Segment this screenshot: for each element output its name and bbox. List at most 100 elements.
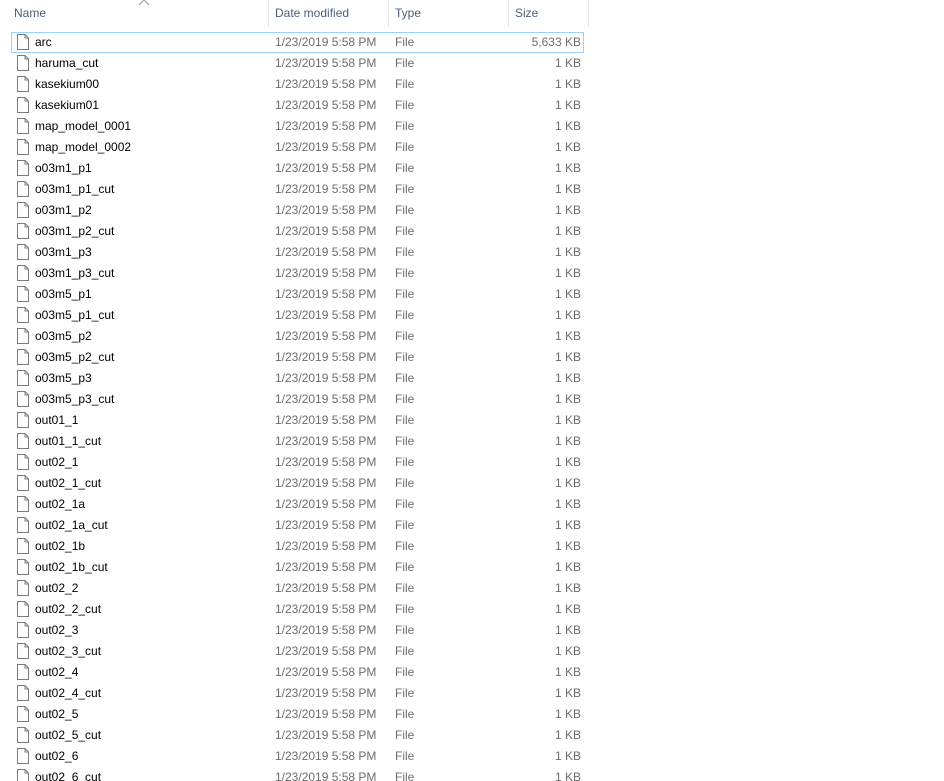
- file-row[interactable]: out02_6_cut 1/23/2019 5:58 PM File 1 KB: [0, 767, 600, 781]
- file-row[interactable]: out01_1 1/23/2019 5:58 PM File 1 KB: [0, 410, 600, 431]
- file-row[interactable]: out02_3_cut 1/23/2019 5:58 PM File 1 KB: [0, 641, 600, 662]
- file-size: 1 KB: [554, 665, 581, 679]
- file-size: 1 KB: [554, 455, 581, 469]
- file-row[interactable]: o03m5_p3_cut 1/23/2019 5:58 PM File 1 KB: [0, 389, 600, 410]
- file-row[interactable]: o03m1_p2 1/23/2019 5:58 PM File 1 KB: [0, 200, 600, 221]
- file-name: out02_1a_cut: [35, 518, 108, 532]
- file-row[interactable]: o03m1_p2_cut 1/23/2019 5:58 PM File 1 KB: [0, 221, 600, 242]
- file-row[interactable]: out02_1 1/23/2019 5:58 PM File 1 KB: [0, 452, 600, 473]
- file-row[interactable]: o03m5_p3 1/23/2019 5:58 PM File 1 KB: [0, 368, 600, 389]
- file-date-modified: 1/23/2019 5:58 PM: [275, 371, 377, 385]
- file-row[interactable]: out02_6 1/23/2019 5:58 PM File 1 KB: [0, 746, 600, 767]
- column-header-bar: Name Date modified Type Size: [0, 0, 590, 27]
- file-type: File: [395, 434, 415, 448]
- file-size: 1 KB: [554, 77, 581, 91]
- file-icon: [17, 664, 29, 680]
- file-row[interactable]: out02_1_cut 1/23/2019 5:58 PM File 1 KB: [0, 473, 600, 494]
- file-row[interactable]: o03m5_p2_cut 1/23/2019 5:58 PM File 1 KB: [0, 347, 600, 368]
- file-explorer-list-view: Name Date modified Type Size arc 1/23/201…: [0, 0, 944, 781]
- file-icon: [17, 244, 29, 260]
- file-row[interactable]: out02_1a_cut 1/23/2019 5:58 PM File 1 KB: [0, 515, 600, 536]
- column-header-name[interactable]: Name: [8, 0, 269, 27]
- file-size: 1 KB: [554, 728, 581, 742]
- file-size: 1 KB: [554, 140, 581, 154]
- file-row[interactable]: o03m1_p3_cut 1/23/2019 5:58 PM File 1 KB: [0, 263, 600, 284]
- file-name: map_model_0002: [35, 140, 132, 154]
- file-row[interactable]: o03m1_p1 1/23/2019 5:58 PM File 1 KB: [0, 158, 600, 179]
- file-date-modified: 1/23/2019 5:58 PM: [275, 455, 377, 469]
- file-name: out01_1: [35, 413, 79, 427]
- file-date-modified: 1/23/2019 5:58 PM: [275, 581, 377, 595]
- file-name: o03m1_p2: [35, 203, 92, 217]
- file-row[interactable]: out02_1b 1/23/2019 5:58 PM File 1 KB: [0, 536, 600, 557]
- file-row[interactable]: o03m5_p2 1/23/2019 5:58 PM File 1 KB: [0, 326, 600, 347]
- file-row[interactable]: o03m1_p3 1/23/2019 5:58 PM File 1 KB: [0, 242, 600, 263]
- file-name: map_model_0001: [35, 119, 132, 133]
- file-type: File: [395, 518, 415, 532]
- file-icon: [17, 328, 29, 344]
- file-date-modified: 1/23/2019 5:58 PM: [275, 413, 377, 427]
- file-row[interactable]: map_model_0001 1/23/2019 5:58 PM File 1 KB: [0, 116, 600, 137]
- file-type: File: [395, 224, 415, 238]
- file-icon: [17, 223, 29, 239]
- file-type: File: [395, 350, 415, 364]
- file-row[interactable]: map_model_0002 1/23/2019 5:58 PM File 1 KB: [0, 137, 600, 158]
- file-icon: [17, 55, 29, 71]
- file-row[interactable]: out02_3 1/23/2019 5:58 PM File 1 KB: [0, 620, 600, 641]
- file-row[interactable]: out02_5 1/23/2019 5:58 PM File 1 KB: [0, 704, 600, 725]
- file-type: File: [395, 287, 415, 301]
- file-row[interactable]: out01_1_cut 1/23/2019 5:58 PM File 1 KB: [0, 431, 600, 452]
- file-size: 1 KB: [554, 161, 581, 175]
- file-name: o03m1_p2_cut: [35, 224, 115, 238]
- file-type: File: [395, 539, 415, 553]
- file-row[interactable]: kasekium01 1/23/2019 5:58 PM File 1 KB: [0, 95, 600, 116]
- column-header-date-label: Date modified: [275, 6, 350, 20]
- file-icon: [17, 76, 29, 92]
- file-icon: [17, 181, 29, 197]
- file-icon: [17, 496, 29, 512]
- file-name: out02_1_cut: [35, 476, 102, 490]
- file-type: File: [395, 77, 415, 91]
- file-name: out02_4: [35, 665, 79, 679]
- file-date-modified: 1/23/2019 5:58 PM: [275, 77, 377, 91]
- file-icon: [17, 517, 29, 533]
- file-size: 1 KB: [554, 497, 581, 511]
- file-type: File: [395, 329, 415, 343]
- file-size: 1 KB: [554, 203, 581, 217]
- file-date-modified: 1/23/2019 5:58 PM: [275, 518, 377, 532]
- file-icon: [17, 559, 29, 575]
- file-size: 1 KB: [554, 686, 581, 700]
- file-row[interactable]: o03m5_p1 1/23/2019 5:58 PM File 1 KB: [0, 284, 600, 305]
- column-header-date-modified[interactable]: Date modified: [269, 0, 389, 27]
- file-row[interactable]: out02_4 1/23/2019 5:58 PM File 1 KB: [0, 662, 600, 683]
- file-row[interactable]: out02_2 1/23/2019 5:58 PM File 1 KB: [0, 578, 600, 599]
- file-date-modified: 1/23/2019 5:58 PM: [275, 707, 377, 721]
- file-name: out02_6: [35, 749, 79, 763]
- column-header-type[interactable]: Type: [389, 0, 509, 27]
- file-name: out02_4_cut: [35, 686, 102, 700]
- column-header-size[interactable]: Size: [509, 0, 589, 27]
- file-size: 1 KB: [554, 644, 581, 658]
- file-row[interactable]: out02_2_cut 1/23/2019 5:58 PM File 1 KB: [0, 599, 600, 620]
- file-size: 1 KB: [554, 413, 581, 427]
- file-row[interactable]: o03m5_p1_cut 1/23/2019 5:58 PM File 1 KB: [0, 305, 600, 326]
- file-type: File: [395, 497, 415, 511]
- file-icon: [17, 622, 29, 638]
- file-row[interactable]: out02_4_cut 1/23/2019 5:58 PM File 1 KB: [0, 683, 600, 704]
- file-row[interactable]: out02_1b_cut 1/23/2019 5:58 PM File 1 KB: [0, 557, 600, 578]
- file-type: File: [395, 770, 415, 781]
- file-size: 1 KB: [554, 224, 581, 238]
- file-size: 1 KB: [554, 350, 581, 364]
- file-date-modified: 1/23/2019 5:58 PM: [275, 686, 377, 700]
- file-row[interactable]: haruma_cut 1/23/2019 5:58 PM File 1 KB: [0, 53, 600, 74]
- file-date-modified: 1/23/2019 5:58 PM: [275, 203, 377, 217]
- file-row[interactable]: out02_5_cut 1/23/2019 5:58 PM File 1 KB: [0, 725, 600, 746]
- file-row[interactable]: kasekium00 1/23/2019 5:58 PM File 1 KB: [0, 74, 600, 95]
- file-size: 1 KB: [554, 56, 581, 70]
- file-row[interactable]: arc 1/23/2019 5:58 PM File 5,633 KB: [0, 32, 600, 53]
- file-type: File: [395, 119, 415, 133]
- file-row[interactable]: o03m1_p1_cut 1/23/2019 5:58 PM File 1 KB: [0, 179, 600, 200]
- file-row[interactable]: out02_1a 1/23/2019 5:58 PM File 1 KB: [0, 494, 600, 515]
- file-icon: [17, 34, 29, 50]
- file-name: o03m1_p3: [35, 245, 92, 259]
